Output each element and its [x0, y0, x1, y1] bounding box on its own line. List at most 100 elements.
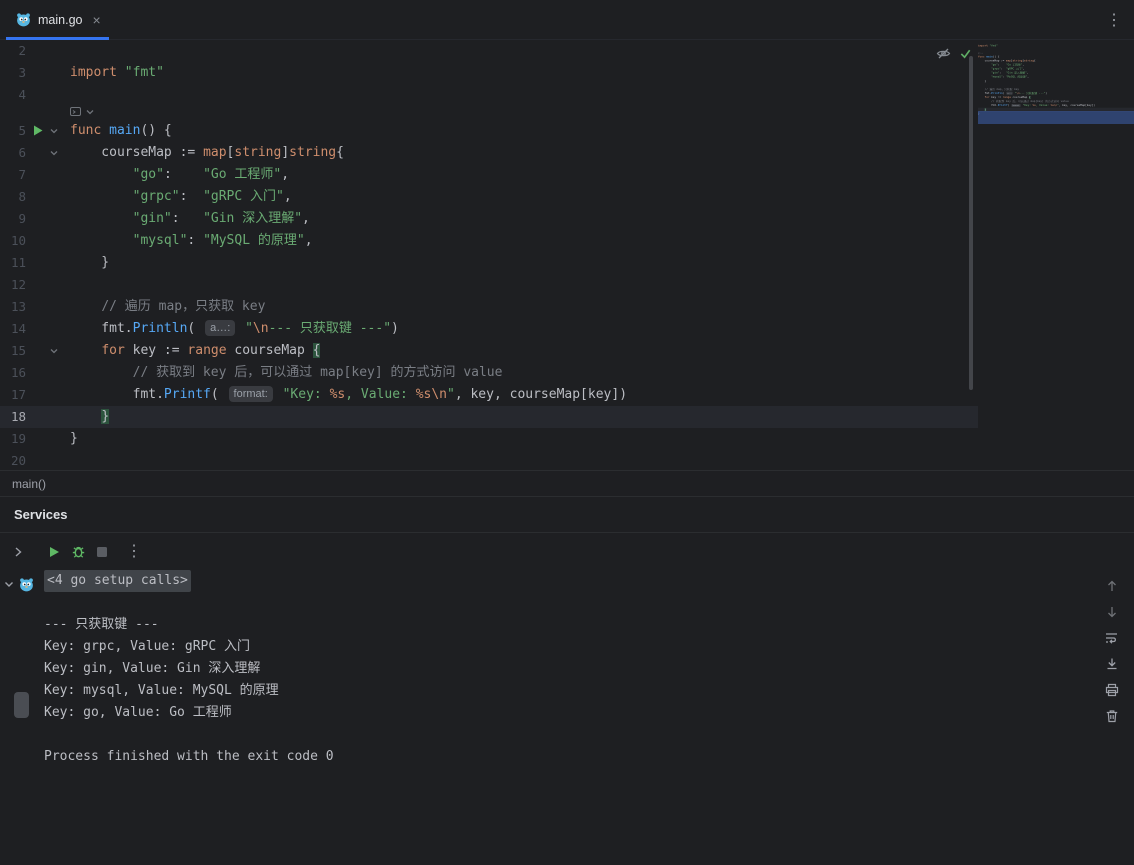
editor-gutter[interactable]: 14: [0, 318, 70, 340]
tree-chevron-down-icon[interactable]: [3, 578, 15, 590]
editor-gutter[interactable]: 15: [0, 340, 70, 362]
line-number[interactable]: 9: [0, 208, 26, 230]
code-text[interactable]: "go": "Go 工程师",: [70, 164, 978, 186]
code-line[interactable]: 9 "gin": "Gin 深入理解",: [0, 208, 978, 230]
stop-button[interactable]: [90, 540, 114, 564]
code-text[interactable]: }: [70, 428, 978, 450]
code-line[interactable]: 12: [0, 274, 978, 296]
editor-gutter[interactable]: 11: [0, 252, 70, 274]
code-line[interactable]: 10 "mysql": "MySQL 的原理",: [0, 230, 978, 252]
arrow-up-icon[interactable]: [1104, 578, 1120, 594]
editor-scrollbar[interactable]: [969, 56, 973, 390]
code-text[interactable]: for key := range courseMap {: [70, 340, 978, 362]
code-line[interactable]: 20: [0, 450, 978, 470]
console-line[interactable]: --- 只获取键 ---: [0, 614, 1134, 636]
code-text[interactable]: "grpc": "gRPC 入门",: [70, 186, 978, 208]
code-text[interactable]: fmt.Println( a…: "\n--- 只获取键 ---"): [70, 318, 978, 340]
code-line[interactable]: 13 // 遍历 map，只获取 key: [0, 296, 978, 318]
console-line[interactable]: Key: grpc, Value: gRPC 入门: [0, 636, 1134, 658]
console-output[interactable]: <4 go setup calls> --- 只获取键 --- Key: grpc,…: [0, 570, 1134, 768]
line-number[interactable]: 14: [0, 318, 26, 340]
editor-gutter[interactable]: 16: [0, 362, 70, 384]
code-line[interactable]: 15 for key := range courseMap {: [0, 340, 978, 362]
code-text[interactable]: [70, 274, 978, 296]
editor-gutter[interactable]: 6: [0, 142, 70, 164]
code-text[interactable]: import "fmt": [70, 62, 978, 84]
arrow-down-icon[interactable]: [1104, 604, 1120, 620]
trash-icon[interactable]: [1104, 708, 1120, 724]
tab-main-go[interactable]: main.go ×: [0, 0, 113, 40]
code-text[interactable]: courseMap := map[string]string{: [70, 142, 978, 164]
code-text[interactable]: // 获取到 key 后，可以通过 map[key] 的方式访问 value: [70, 362, 978, 384]
console-fold-region[interactable]: <4 go setup calls>: [44, 570, 191, 592]
editor-gutter[interactable]: 17: [0, 384, 70, 406]
line-number[interactable]: 20: [0, 450, 26, 470]
line-number[interactable]: 15: [0, 340, 26, 362]
code-text[interactable]: }: [70, 252, 978, 274]
fold-chevron-icon[interactable]: [49, 148, 59, 158]
line-number[interactable]: 10: [0, 230, 26, 252]
editor-gutter[interactable]: 4: [0, 84, 70, 106]
run-console[interactable]: <4 go setup calls> --- 只获取键 --- Key: grpc,…: [0, 570, 1134, 865]
editor-gutter[interactable]: [0, 106, 70, 120]
code-text[interactable]: "mysql": "MySQL 的原理",: [70, 230, 978, 252]
code-line[interactable]: 11 }: [0, 252, 978, 274]
tab-close-icon[interactable]: ×: [92, 13, 100, 27]
run-main-icon[interactable]: [33, 125, 43, 136]
minimap-viewport[interactable]: [978, 111, 1134, 124]
code-text[interactable]: [70, 40, 978, 62]
soft-wrap-icon[interactable]: [1104, 630, 1120, 646]
line-number[interactable]: 13: [0, 296, 26, 318]
code-text[interactable]: [70, 106, 978, 120]
code-text[interactable]: }: [70, 406, 978, 428]
code-line[interactable]: 17 fmt.Printf( format: "Key: %s, Value: …: [0, 384, 978, 406]
code-text[interactable]: [70, 450, 978, 470]
code-line[interactable]: 14 fmt.Println( a…: "\n--- 只获取键 ---"): [0, 318, 978, 340]
line-number[interactable]: 16: [0, 362, 26, 384]
code-text[interactable]: fmt.Printf( format: "Key: %s, Value: %s\…: [70, 384, 978, 406]
code-line[interactable]: 2: [0, 40, 978, 62]
line-number[interactable]: 5: [0, 120, 26, 142]
line-number[interactable]: 19: [0, 428, 26, 450]
editor-gutter[interactable]: 7: [0, 164, 70, 186]
code-line[interactable]: 6 courseMap := map[string]string{: [0, 142, 978, 164]
console-line[interactable]: [0, 592, 1134, 614]
code-text[interactable]: [70, 84, 978, 106]
console-line[interactable]: Key: gin, Value: Gin 深入理解: [0, 658, 1134, 680]
collapse-chevron-icon[interactable]: [6, 540, 30, 564]
line-number[interactable]: 11: [0, 252, 26, 274]
toolbar-options-icon[interactable]: ⋮: [122, 540, 146, 564]
code-line[interactable]: 3 import "fmt": [0, 62, 978, 84]
editor-gutter[interactable]: 18: [0, 406, 70, 428]
highlighting-eye-icon[interactable]: [936, 46, 951, 61]
code-line[interactable]: 18 }: [0, 406, 978, 428]
editor-gutter[interactable]: 19: [0, 428, 70, 450]
line-number[interactable]: 12: [0, 274, 26, 296]
line-number[interactable]: 18: [0, 406, 26, 428]
fold-chevron-icon[interactable]: [49, 126, 59, 136]
editor-gutter[interactable]: 20: [0, 450, 70, 470]
code-line[interactable]: 16 // 获取到 key 后，可以通过 map[key] 的方式访问 valu…: [0, 362, 978, 384]
fold-chevron-icon[interactable]: [49, 346, 59, 356]
line-number[interactable]: 8: [0, 186, 26, 208]
code-vision-icon[interactable]: [70, 106, 81, 121]
go-run-config-icon[interactable]: [19, 577, 34, 592]
printer-icon[interactable]: [1104, 682, 1120, 698]
editor-gutter[interactable]: 9: [0, 208, 70, 230]
chevron-down-icon[interactable]: [85, 106, 95, 121]
console-line[interactable]: Key: go, Value: Go 工程师: [0, 702, 1134, 724]
editor-gutter[interactable]: 13: [0, 296, 70, 318]
console-line[interactable]: [0, 724, 1134, 746]
code-text[interactable]: // 遍历 map，只获取 key: [70, 296, 978, 318]
line-number[interactable]: 6: [0, 142, 26, 164]
line-number[interactable]: 17: [0, 384, 26, 406]
breadcrumb-main[interactable]: main(): [12, 477, 46, 491]
code-line[interactable]: 7 "go": "Go 工程师",: [0, 164, 978, 186]
tabbar-options-icon[interactable]: ⋮: [1106, 0, 1122, 40]
code-line[interactable]: 19}: [0, 428, 978, 450]
tree-scrollbar-thumb[interactable]: [14, 692, 29, 718]
run-button[interactable]: [42, 540, 66, 564]
line-number[interactable]: 4: [0, 84, 26, 106]
line-number[interactable]: 2: [0, 40, 26, 62]
editor-gutter[interactable]: 5: [0, 120, 70, 142]
